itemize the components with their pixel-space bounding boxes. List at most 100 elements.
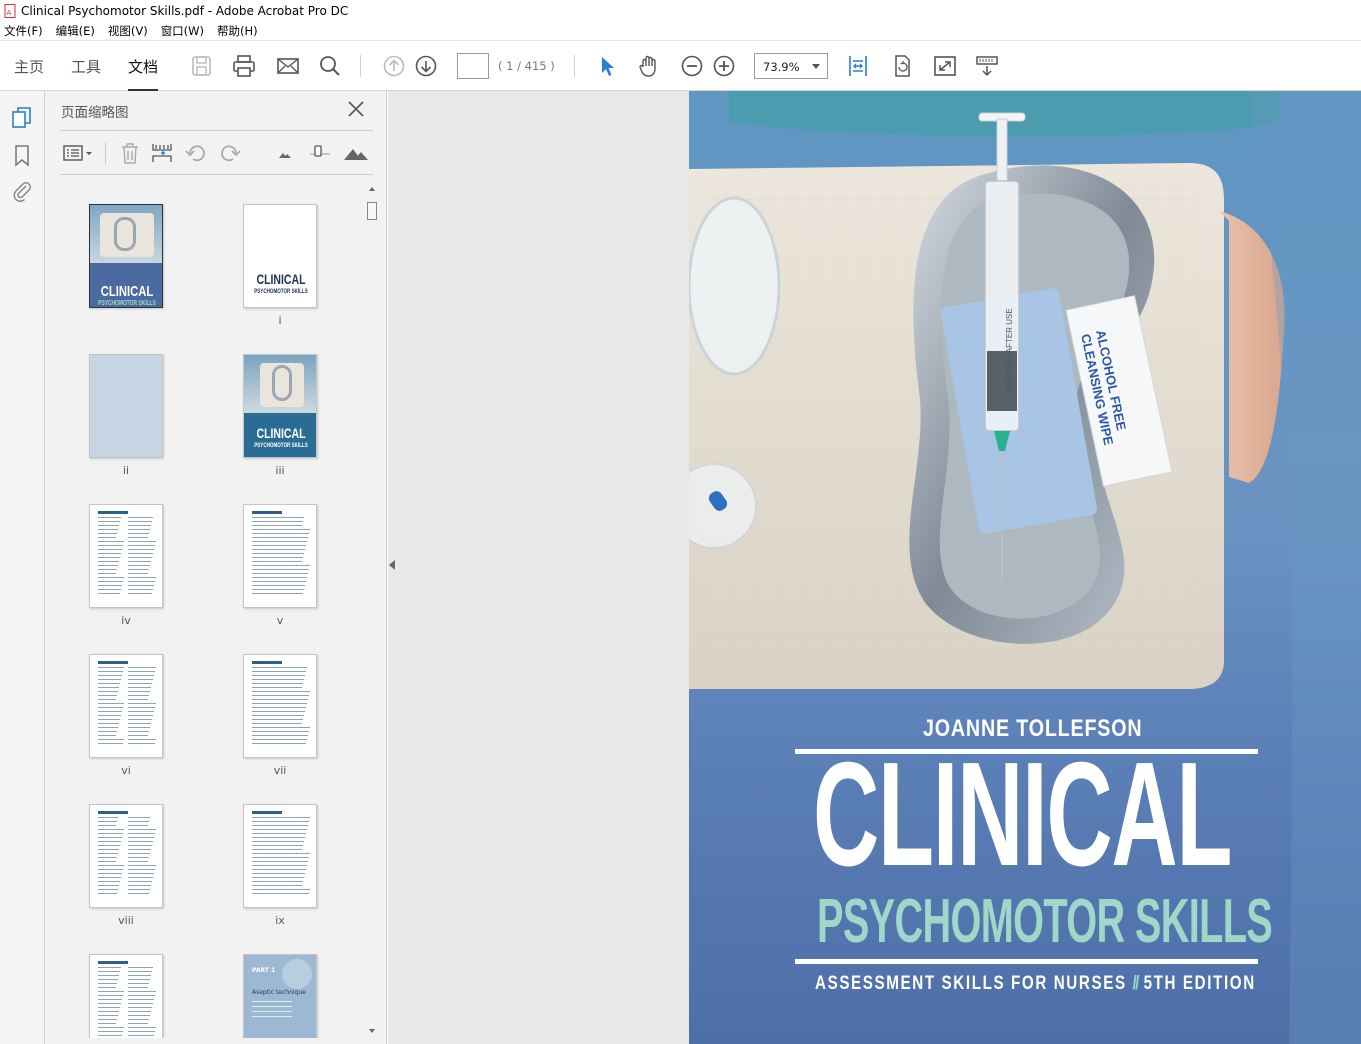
email-icon[interactable] [275,53,301,79]
thumbnail-scrollbar[interactable] [365,184,379,1036]
scrollbar-thumb[interactable] [367,202,377,220]
bookmark-icon[interactable] [10,143,34,167]
menu-help[interactable]: 帮助(H) [217,23,258,39]
thumbnail-text-line [252,561,302,562]
delete-page-icon[interactable] [118,141,142,165]
page-thumbnails-icon[interactable] [10,105,34,129]
thumbnail-text-line [128,533,149,534]
menu-edit[interactable]: 编辑(E) [56,23,95,39]
thumbnail-label: iii [275,464,285,477]
thumbnail-text-line [128,549,154,550]
page-number-input[interactable] [457,53,489,79]
save-icon[interactable] [189,53,215,79]
zoom-select[interactable]: 73.9% [754,53,828,79]
thumbnail-text-line [98,857,117,858]
thumbnail-text-line [98,525,119,526]
thumbnail-text-line [98,687,119,688]
page-thumbnail[interactable] [89,504,163,608]
thumbnail-text-line [128,975,151,976]
thumbnail-text-line [98,581,123,582]
hand-tool-icon[interactable] [636,53,662,79]
rotate-right-icon[interactable] [218,141,242,165]
full-screen-icon[interactable] [932,53,958,79]
thumbnail-text-line [252,577,307,578]
thumbnail-text-line [252,707,306,708]
thumbnail-part-heading: Aseptic technique [252,989,306,996]
thumbnail-text-line [252,517,304,518]
attachment-icon[interactable] [10,178,34,202]
page-thumbnail[interactable]: CLINICAL PSYCHOMOTOR SKILLS [243,354,317,458]
next-page-icon[interactable] [413,53,439,79]
thumbnail-text-line [98,719,120,720]
page-thumbnail[interactable]: PART 1 Aseptic technique [243,954,317,1038]
thumbnail-text-line [128,991,156,992]
zoom-out-icon[interactable] [679,53,705,79]
thumbnail-text-line [252,703,307,704]
thumbnail-text-line [128,833,155,834]
tab-home[interactable]: 主页 [14,56,44,77]
syringe-label: DISCARD AFTER USE [1005,308,1014,391]
thumbnail-text-line [98,691,118,692]
thumbnail-text-line [98,577,124,578]
rotate-page-icon[interactable] [889,53,915,79]
thumbnail-text-line [252,885,302,886]
menu-file[interactable]: 文件(F) [4,23,43,39]
page-thumbnail[interactable] [89,954,163,1038]
page-thumbnail[interactable]: CLINICAL PSYCHOMOTOR SKILLS [243,204,317,308]
scroll-mode-icon[interactable] [974,53,1000,79]
fit-width-icon[interactable] [845,53,871,79]
thumbnail-text-line [98,1019,117,1020]
thumbnail-cover-subtitle: PSYCHOMOTOR SKILLS [254,442,308,449]
thumbnail-text-line [252,845,303,846]
thumbnail-label: ix [275,914,285,927]
thumbnail-text-line [252,861,308,862]
options-menu-icon[interactable] [62,141,96,165]
thumbnail-text-line [98,889,118,890]
thumbnail-text-line [128,577,156,578]
page-thumbnail[interactable] [243,654,317,758]
thumbnail-text-line [128,1007,152,1008]
thumbnail-text-line [98,569,117,570]
page-thumbnail[interactable] [89,354,163,458]
previous-page-icon[interactable] [381,53,407,79]
close-icon[interactable] [346,99,366,119]
thumbnail-text-line [98,853,118,854]
thumbnail-label: i [278,314,282,327]
menu-view[interactable]: 视图(V) [108,23,148,39]
thumbnail-text-line [98,877,121,878]
thumbnail-text-line [128,589,153,590]
thumbnail-text-line [128,841,153,842]
rotate-left-icon[interactable] [184,141,208,165]
thumbnail-text-line [98,593,120,594]
thumbnail-text-line [252,533,309,534]
page-thumbnail[interactable] [89,654,163,758]
insert-page-icon[interactable] [150,141,174,165]
thumbnail-text-line [98,983,117,984]
collapse-panel-icon[interactable] [389,560,395,570]
divider [105,142,106,164]
thumbnail-text-line [252,869,306,870]
page-thumbnail[interactable]: CLINICAL PSYCHOMOTOR SKILLS [89,204,163,308]
thumbnail-cover-subtitle: PSYCHOMOTOR SKILLS [98,300,156,307]
page-thumbnail[interactable] [243,504,317,608]
search-icon[interactable] [317,53,343,79]
page-thumbnail[interactable] [89,804,163,908]
cover-tagline-text: ASSESSMENT SKILLS FOR NURSES [815,973,1127,994]
thumbnail-text-line [252,881,303,882]
select-cursor-icon[interactable] [594,53,620,79]
smaller-thumbnails-icon[interactable] [274,141,298,165]
tab-document[interactable]: 文档 [128,56,159,92]
menu-window[interactable]: 窗口(W) [161,23,204,39]
larger-thumbnails-icon[interactable] [342,141,370,165]
thumbnail-text-line [252,719,303,720]
print-icon[interactable] [231,53,257,79]
thumbnail-text-line [98,683,120,684]
document-background [388,91,689,1044]
cover-edition: 5TH EDITION [1143,973,1256,994]
thumbnail-size-slider[interactable] [308,141,332,165]
tab-tools[interactable]: 工具 [71,56,101,77]
thumbnail-text-line [128,581,155,582]
page-thumbnail[interactable] [243,804,317,908]
zoom-in-icon[interactable] [711,53,737,79]
thumbnail-text-line [128,893,149,894]
